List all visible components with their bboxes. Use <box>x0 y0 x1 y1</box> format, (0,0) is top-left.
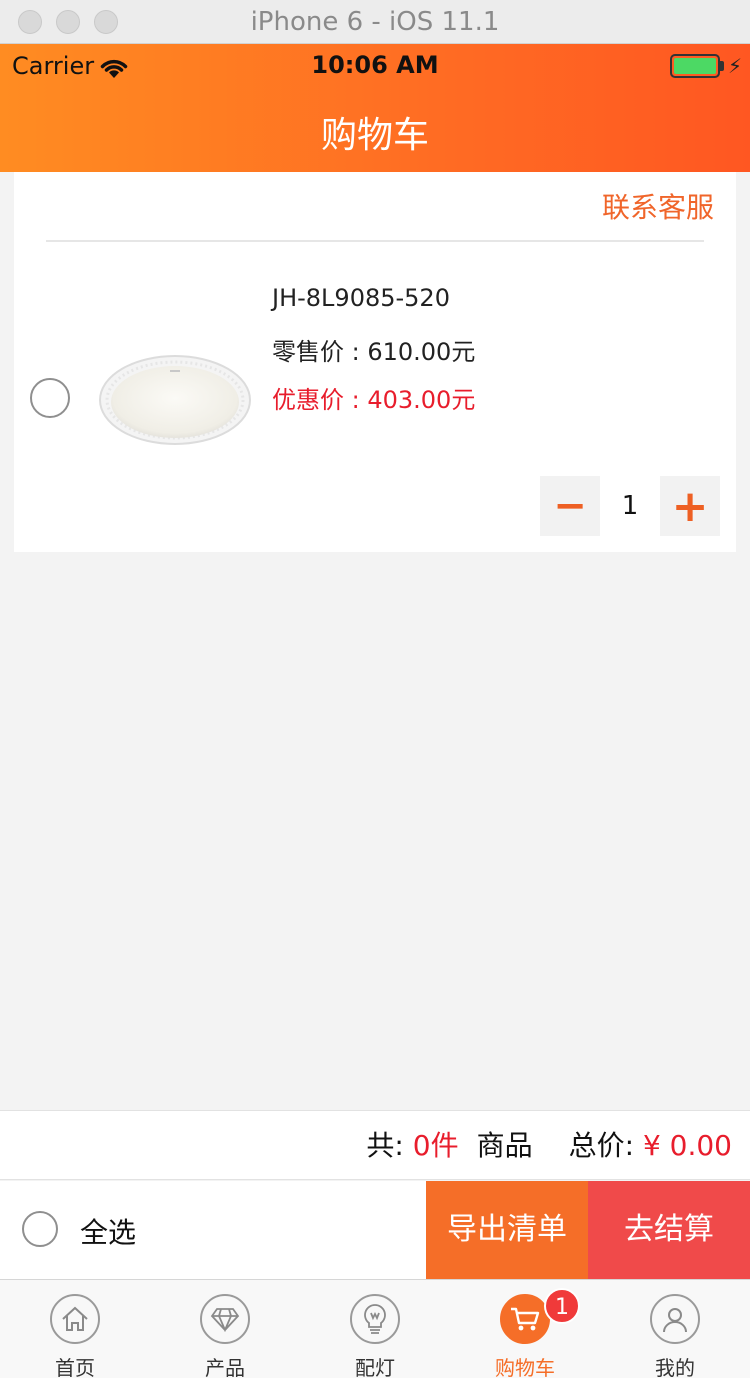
cart-icon <box>500 1294 550 1344</box>
battery-cap <box>720 61 724 71</box>
count-prefix: 共: <box>366 1129 404 1162</box>
item-select-radio[interactable] <box>30 378 70 418</box>
select-all-label[interactable]: 全选 <box>80 1211 136 1251</box>
retail-price: 零售价 : 610.00元 <box>272 338 476 366</box>
tab-home[interactable]: 首页 <box>0 1280 150 1378</box>
lightbulb-icon <box>350 1294 400 1344</box>
tab-products-label: 产品 <box>205 1356 245 1378</box>
cart-summary-bar: 共: 0件 商品 总价: ¥ 0.00 <box>0 1110 750 1180</box>
tab-profile-label: 我的 <box>655 1356 695 1378</box>
quantity-decrease-button[interactable]: − <box>540 476 600 536</box>
tab-profile[interactable]: 我的 <box>600 1280 750 1378</box>
simulator-title-bar: iPhone 6 - iOS 11.1 <box>0 0 750 44</box>
tab-cart-label: 购物车 <box>495 1356 555 1378</box>
tab-home-label: 首页 <box>55 1356 95 1378</box>
select-all-radio[interactable] <box>22 1211 58 1247</box>
cart-item-card: 联系客服 JH-8L9085-520 零售价 : 610.00元 优惠价 : 4… <box>14 172 736 552</box>
tab-products[interactable]: 产品 <box>150 1280 300 1378</box>
product-name: JH-8L9085-520 <box>272 284 450 312</box>
quantity-value[interactable]: 1 <box>600 476 660 536</box>
app-header: Carrier 10:06 AM ⚡ 购物车 <box>0 44 750 172</box>
count-suffix: 商品 <box>476 1129 533 1162</box>
export-list-button[interactable]: 导出清单 <box>426 1181 588 1279</box>
home-icon <box>50 1294 100 1344</box>
total-price: ¥ 0.00 <box>642 1129 732 1162</box>
sale-price: 优惠价 : 403.00元 <box>272 386 476 414</box>
product-image <box>99 355 251 445</box>
divider <box>46 240 704 242</box>
diamond-icon <box>200 1294 250 1344</box>
charging-bolt-icon: ⚡ <box>728 54 743 78</box>
checkout-button[interactable]: 去结算 <box>588 1181 750 1279</box>
user-icon <box>650 1294 700 1344</box>
summary-text: 共: 0件 商品 总价: ¥ 0.00 <box>366 1111 732 1181</box>
window-title: iPhone 6 - iOS 11.1 <box>250 7 500 37</box>
cart-action-bar: 全选 导出清单 去结算 <box>0 1181 750 1279</box>
tab-lighting[interactable]: 配灯 <box>300 1280 450 1378</box>
item-count: 0件 <box>412 1129 459 1162</box>
battery-icon <box>670 54 720 78</box>
tab-bar: 首页 产品 配灯 1 购物车 我的 <box>0 1279 750 1378</box>
contact-service-link[interactable]: 联系客服 <box>602 186 714 226</box>
page-title: 购物车 <box>320 115 429 156</box>
cart-badge: 1 <box>544 1288 580 1324</box>
quantity-increase-button[interactable]: + <box>660 476 720 536</box>
tab-lighting-label: 配灯 <box>355 1356 395 1378</box>
status-time: 10:06 AM <box>311 51 439 79</box>
tab-cart[interactable]: 1 购物车 <box>450 1280 600 1378</box>
quantity-stepper: − 1 + <box>540 476 720 536</box>
total-label: 总价: <box>568 1129 635 1162</box>
